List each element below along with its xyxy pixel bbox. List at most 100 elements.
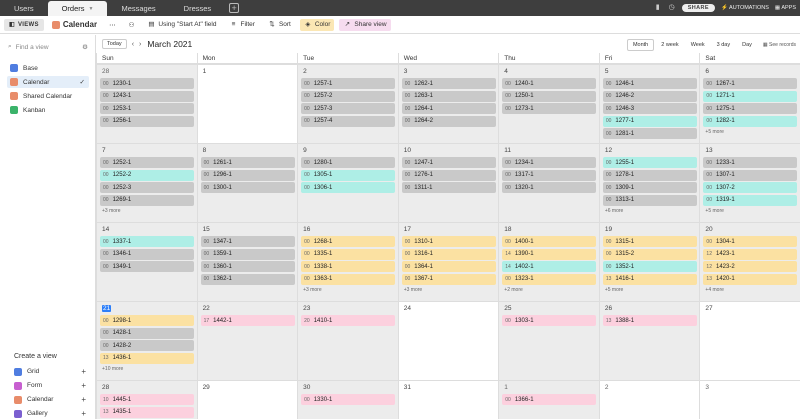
event-chip[interactable]: 00 1309-1: [602, 182, 697, 193]
event-chip[interactable]: 00 1400-1: [502, 236, 597, 247]
event-chip[interactable]: 00 1320-1: [502, 182, 597, 193]
event-chip[interactable]: 00 1275-1: [703, 103, 798, 114]
sort-button[interactable]: ⇅ Sort: [264, 19, 295, 31]
find-view-input[interactable]: ⌕ Find a view ⚙: [8, 41, 88, 53]
event-chip[interactable]: 00 1257-4: [301, 115, 396, 127]
chevron-right-icon[interactable]: ›: [139, 41, 141, 48]
event-chip[interactable]: 00 1296-1: [200, 169, 295, 181]
today-button[interactable]: Today: [102, 39, 127, 49]
event-chip[interactable]: 00 1252-1: [100, 157, 194, 168]
event-chip[interactable]: 00 1282-1: [703, 115, 798, 127]
range-2week-button[interactable]: 2 week: [656, 40, 683, 50]
sidebar-item-shared-calendar[interactable]: Shared Calendar: [7, 90, 89, 102]
see-records-button[interactable]: ▦ See records: [763, 42, 796, 48]
calendar-day-cell[interactable]: 19 00 1315-1 00 1315-2 00 1352-1 13 1416-1 +5 mor…: [598, 222, 700, 301]
share-view-button[interactable]: ↗ Share view: [339, 18, 391, 31]
more-events-link[interactable]: +5 more: [705, 129, 723, 135]
event-chip[interactable]: 00 1359-1: [200, 248, 295, 260]
event-chip[interactable]: 00 1362-1: [200, 273, 295, 285]
event-chip[interactable]: 00 1271-1: [703, 90, 798, 102]
calendar-day-cell[interactable]: 3: [699, 380, 800, 419]
event-chip[interactable]: 00 1305-1: [301, 169, 396, 181]
sidebar-item-kanban[interactable]: Kanban: [7, 104, 89, 116]
event-chip[interactable]: 00 1338-1: [301, 261, 396, 272]
gear-icon[interactable]: ⚙: [82, 43, 88, 51]
event-chip[interactable]: 00 1264-2: [401, 115, 496, 127]
event-chip[interactable]: 00 1263-1: [401, 90, 496, 102]
more-events-link[interactable]: +5 more: [605, 287, 623, 293]
event-chip[interactable]: 00 1268-1: [301, 236, 396, 247]
event-chip[interactable]: 00 1281-1: [602, 128, 697, 139]
calendar-day-cell[interactable]: 4 00 1240-1 00 1250-1 00 1273-1: [498, 64, 599, 143]
more-events-link[interactable]: +5 more: [705, 208, 723, 214]
calendar-day-cell[interactable]: 1: [196, 64, 298, 143]
calendar-day-cell[interactable]: 2: [598, 380, 700, 419]
more-events-link[interactable]: +3 more: [102, 208, 120, 214]
calendar-day-cell[interactable]: 22 17 1442-1: [196, 301, 298, 380]
calendar-day-cell[interactable]: 7 00 1252-1 00 1252-2 00 1252-3 00 1269-1 +3 more: [96, 143, 197, 222]
calendar-day-cell[interactable]: 13 00 1233-1 00 1307-1 00 1307-2 00 1319-1 +5 mor…: [699, 143, 800, 222]
event-chip[interactable]: 12 1423-1: [703, 248, 798, 260]
calendar-day-cell[interactable]: 10 00 1247-1 00 1276-1 00 1311-1: [397, 143, 499, 222]
calendar-day-cell[interactable]: 15 00 1347-1 00 1359-1 00 1360-1 00 1362-1: [196, 222, 298, 301]
event-chip[interactable]: 00 1255-1: [602, 157, 697, 168]
event-chip[interactable]: 00 1335-1: [301, 248, 396, 260]
event-chip[interactable]: 00 1252-2: [100, 169, 194, 181]
apps-button[interactable]: ▦ APPS: [775, 5, 796, 11]
event-chip[interactable]: 00 1246-3: [602, 103, 697, 114]
tab-messages[interactable]: Messages: [107, 0, 169, 16]
event-chip[interactable]: 00 1234-1: [502, 157, 597, 168]
event-chip[interactable]: 00 1428-2: [100, 340, 194, 351]
event-chip[interactable]: 00 1347-1: [200, 236, 295, 247]
more-events-link[interactable]: +3 more: [303, 287, 321, 293]
event-chip[interactable]: 00 1360-1: [200, 261, 295, 272]
event-chip[interactable]: 00 1367-1: [401, 273, 496, 285]
more-options-icon[interactable]: ⋯: [105, 19, 120, 31]
event-chip[interactable]: 00 1310-1: [401, 236, 496, 247]
event-chip[interactable]: 00 1352-1: [602, 261, 697, 272]
event-chip[interactable]: 00 1257-1: [301, 78, 396, 89]
calendar-day-cell[interactable]: 8 00 1261-1 00 1296-1 00 1300-1: [196, 143, 298, 222]
calendar-day-cell[interactable]: 29: [196, 380, 298, 419]
add-table-icon[interactable]: +: [229, 3, 240, 13]
calendar-day-cell[interactable]: 27: [699, 301, 800, 380]
event-chip[interactable]: 00 1337-1: [100, 236, 194, 247]
range-month-button[interactable]: Month: [626, 39, 655, 51]
event-chip[interactable]: 00 1257-3: [301, 103, 396, 114]
views-toggle-button[interactable]: ◧ VIEWS: [4, 18, 44, 31]
tab-orders[interactable]: Orders ▼: [47, 1, 108, 16]
event-chip[interactable]: 00 1366-1: [502, 394, 597, 405]
event-chip[interactable]: 00 1257-2: [301, 90, 396, 102]
event-chip[interactable]: 00 1273-1: [502, 103, 597, 114]
event-chip[interactable]: 00 1313-1: [602, 194, 697, 206]
sidebar-item-base[interactable]: Base: [7, 62, 89, 74]
calendar-day-cell[interactable]: 14 00 1337-1 00 1346-1 00 1349-1: [96, 222, 197, 301]
chevron-left-icon[interactable]: ‹: [132, 41, 134, 48]
calendar-day-cell[interactable]: 18 00 1400-1 14 1390-1 14 1402-1 00 1323-1 +2 mor…: [498, 222, 599, 301]
event-chip[interactable]: 00 1349-1: [100, 261, 194, 272]
event-chip[interactable]: 00 1261-1: [200, 157, 295, 168]
event-chip[interactable]: 00 1317-1: [502, 169, 597, 181]
event-chip[interactable]: 00 1304-1: [703, 236, 798, 247]
event-chip[interactable]: 00 1247-1: [401, 157, 496, 168]
sidebar-item-calendar[interactable]: Calendar ✓: [7, 76, 89, 88]
calendar-day-cell[interactable]: 9 00 1280-1 00 1305-1 00 1306-1: [297, 143, 398, 222]
more-events-link[interactable]: +10 more: [102, 366, 123, 372]
create-form-item[interactable]: Form +: [14, 380, 86, 391]
calendar-day-cell[interactable]: 25 00 1303-1: [498, 301, 599, 380]
calendar-day-cell[interactable]: 6 00 1267-1 00 1271-1 00 1275-1 00 1282-1 +5 more: [699, 64, 800, 143]
calendar-day-cell[interactable]: 17 00 1310-1 00 1316-1 00 1364-1 00 1367-1 +3 mor…: [397, 222, 499, 301]
range-week-button[interactable]: Week: [686, 40, 710, 50]
event-chip[interactable]: 13 1388-1: [602, 315, 697, 326]
event-chip[interactable]: 00 1311-1: [401, 182, 496, 193]
event-chip[interactable]: 00 1306-1: [301, 182, 396, 193]
event-chip[interactable]: 00 1276-1: [401, 169, 496, 181]
event-chip[interactable]: 00 1264-1: [401, 103, 496, 114]
event-chip[interactable]: 00 1267-1: [703, 78, 798, 89]
event-chip[interactable]: 20 1410-1: [301, 315, 396, 326]
event-chip[interactable]: 00 1316-1: [401, 248, 496, 260]
more-events-link[interactable]: +4 more: [705, 287, 723, 293]
event-chip[interactable]: 14 1402-1: [502, 261, 597, 272]
event-chip[interactable]: 00 1319-1: [703, 194, 798, 206]
calendar-day-cell[interactable]: 30 00 1330-1: [297, 380, 398, 419]
